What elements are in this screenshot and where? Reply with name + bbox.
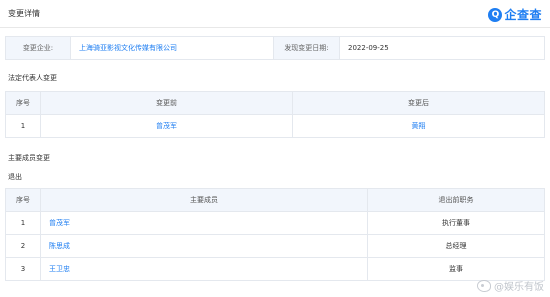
- col-header-role: 退出前职务: [367, 188, 545, 212]
- member-name-link[interactable]: 陈思成: [40, 234, 368, 258]
- col-header-after: 变更后: [292, 91, 545, 115]
- title-divider: [0, 27, 550, 28]
- title-bar: 变更详情 Q 企查查: [0, 0, 550, 30]
- person-link-before[interactable]: 曾茂军: [40, 114, 293, 138]
- qichacha-logo[interactable]: Q 企查查: [488, 6, 542, 23]
- qichacha-logo-icon: Q: [488, 7, 503, 22]
- members-table: 序号 主要成员 退出前职务 1 曾茂军 执行董事 2 陈思成 总经理 3 王卫忠…: [5, 188, 545, 281]
- col-header-no: 序号: [5, 91, 41, 115]
- logo-text: 企查查: [504, 8, 542, 22]
- summary-row: 变更企业: 上海骑亚影视文化传媒有限公司 发现变更日期: 2022-09-25: [5, 36, 545, 60]
- row-no: 3: [5, 257, 41, 281]
- member-role: 执行董事: [367, 211, 545, 235]
- page-title: 变更详情: [8, 9, 40, 18]
- member-role: 总经理: [367, 234, 545, 258]
- watermark: @娱乐有饭: [477, 278, 544, 293]
- company-label: 变更企业:: [5, 36, 71, 60]
- table-header-row: 序号 主要成员 退出前职务: [5, 188, 545, 212]
- row-no: 1: [5, 114, 41, 138]
- member-name-link[interactable]: 曾茂军: [40, 211, 368, 235]
- members-section-title: 主要成员变更: [8, 154, 50, 162]
- date-value: 2022-09-25: [339, 36, 545, 60]
- legal-rep-table: 序号 变更前 变更后 1 曾茂军 黄翔: [5, 91, 545, 138]
- table-row: 2 陈思成 总经理: [5, 234, 545, 258]
- table-row: 1 曾茂军 执行董事: [5, 211, 545, 235]
- table-row: 1 曾茂军 黄翔: [5, 114, 545, 138]
- row-no: 2: [5, 234, 41, 258]
- person-link-after[interactable]: 黄翔: [292, 114, 545, 138]
- watermark-text: @娱乐有饭: [494, 282, 544, 293]
- company-name-link[interactable]: 上海骑亚影视文化传媒有限公司: [70, 36, 274, 60]
- date-label: 发现变更日期:: [273, 36, 340, 60]
- table-row: 3 王卫忠 监事: [5, 257, 545, 281]
- row-no: 1: [5, 211, 41, 235]
- col-header-member: 主要成员: [40, 188, 368, 212]
- member-name-link[interactable]: 王卫忠: [40, 257, 368, 281]
- summary-table: 变更企业: 上海骑亚影视文化传媒有限公司 发现变更日期: 2022-09-25: [5, 36, 545, 60]
- weibo-icon: [477, 279, 491, 292]
- members-exit-subtitle: 退出: [8, 173, 22, 181]
- col-header-no: 序号: [5, 188, 41, 212]
- col-header-before: 变更前: [40, 91, 293, 115]
- table-header-row: 序号 变更前 变更后: [5, 91, 545, 115]
- legal-rep-section-title: 法定代表人变更: [8, 74, 57, 82]
